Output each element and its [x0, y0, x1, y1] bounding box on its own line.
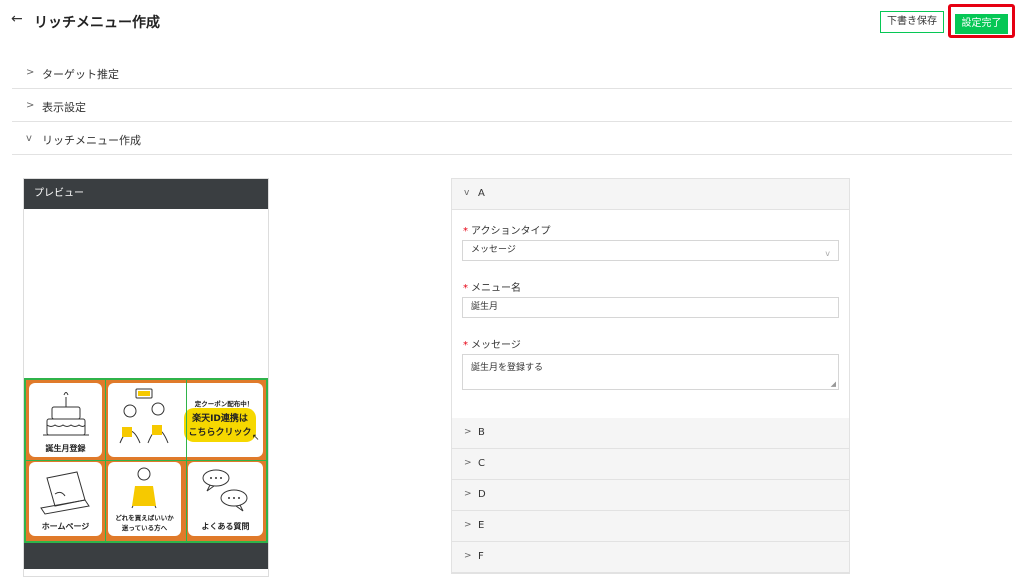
tile-caption: どれを買えばいいか — [115, 514, 174, 522]
resize-handle-icon[interactable]: ◢ — [831, 380, 836, 388]
cake-icon — [43, 392, 89, 436]
menu-name-input[interactable]: 誕生月 — [462, 297, 839, 318]
coupon-caption: 定クーポン配布中！ — [194, 400, 254, 408]
section-display-settings[interactable]: > 表示設定 — [12, 89, 1012, 122]
select-value: メッセージ — [471, 245, 516, 255]
back-arrow-icon[interactable]: ← — [11, 11, 23, 27]
area-tab-label: F — [478, 551, 484, 562]
action-type-select[interactable]: メッセージ v — [462, 240, 839, 261]
menu-name-label: * メニュー名 — [463, 279, 521, 294]
preview-footer — [24, 543, 268, 569]
area-tab-e[interactable]: > E — [452, 511, 849, 542]
tile-caption-line2: 迷っている方へ — [121, 524, 168, 532]
area-tab-f[interactable]: > F — [452, 542, 849, 573]
area-tab-b[interactable]: > B — [452, 418, 849, 449]
tile-caption: 誕生月登録 — [45, 444, 86, 453]
area-tab-d[interactable]: > D — [452, 480, 849, 511]
action-type-label: * アクションタイプ — [463, 222, 551, 237]
required-mark: * — [463, 283, 468, 294]
chevron-right-icon: > — [464, 520, 472, 530]
person-thinking-illustration — [131, 467, 157, 509]
people-chat-illustration — [119, 388, 169, 444]
area-tab-c[interactable]: > C — [452, 449, 849, 480]
tile-caption: ホームページ — [41, 522, 90, 531]
section-label: 表示設定 — [42, 101, 86, 114]
section-label: リッチメニュー作成 — [42, 134, 141, 147]
section-target-estimation[interactable]: > ターゲット推定 — [12, 56, 1012, 89]
message-label: * メッセージ — [463, 336, 521, 351]
tile-caption: よくある質問 — [201, 522, 250, 531]
chevron-down-icon: v — [825, 249, 830, 258]
field-label-text: メッセージ — [471, 340, 521, 351]
coupon-banner-line2: こちらクリック — [188, 428, 252, 438]
menu-tile-birthday[interactable]: 誕生月登録 — [29, 383, 102, 457]
section-label: ターゲット推定 — [42, 68, 119, 81]
coupon-banner-line1: 楽天ID連携は — [192, 414, 248, 424]
field-label-text: アクションタイプ — [471, 226, 551, 237]
header: ← リッチメニュー作成 下書き保存 設定完了 — [0, 0, 1024, 44]
area-tab-label: C — [478, 458, 485, 469]
menu-tile-guide[interactable]: どれを買えばいいか 迷っている方へ — [108, 462, 181, 536]
area-tab-label: A — [478, 188, 485, 199]
chevron-right-icon: > — [26, 67, 35, 78]
chevron-right-icon: > — [464, 458, 472, 468]
area-tab-a[interactable]: v A — [452, 179, 849, 210]
chevron-right-icon: > — [464, 489, 472, 499]
page-title: リッチメニュー作成 — [34, 15, 160, 31]
done-button-highlight: 設定完了 — [948, 4, 1015, 38]
field-label-text: メニュー名 — [471, 283, 521, 294]
chevron-down-icon: v — [464, 188, 470, 198]
chevron-right-icon: > — [464, 427, 472, 437]
speech-bubbles-icon — [202, 469, 248, 512]
chevron-right-icon: > — [26, 100, 35, 111]
rich-menu-editor: ← リッチメニュー作成 下書き保存 設定完了 > ターゲット推定 > 表示設定 … — [0, 0, 1024, 579]
grid-divider — [26, 460, 266, 461]
message-textarea[interactable]: 誕生月を登録する ◢ — [462, 354, 839, 390]
chevron-right-icon: > — [464, 551, 472, 561]
rich-menu-grid: 誕生月登録 定クーポン配布中！ 楽天ID連携は こちらクリック ↖ ホームページ… — [24, 378, 268, 543]
cursor-icon: ↖ — [252, 433, 260, 443]
save-draft-button[interactable]: 下書き保存 — [880, 11, 944, 33]
section-rich-menu-creation[interactable]: v リッチメニュー作成 — [12, 122, 1012, 155]
area-tab-label: D — [478, 489, 486, 500]
preview-panel: プレビュー 誕生月登録 定クーポン配布中！ 楽天ID連携は こちらクリック ↖ … — [23, 178, 269, 577]
textarea-value: 誕生月を登録する — [471, 363, 544, 373]
complete-settings-button[interactable]: 設定完了 — [955, 14, 1008, 34]
chevron-down-icon: v — [26, 133, 32, 144]
area-tab-label: E — [478, 520, 485, 531]
required-mark: * — [463, 226, 468, 237]
action-settings-panel: v A * アクションタイプ メッセージ v * メニュー名 誕生月 * メッセージ … — [451, 178, 850, 574]
laptop-icon — [40, 471, 90, 515]
menu-tile-faq[interactable]: よくある質問 — [188, 462, 263, 536]
menu-tile-homepage[interactable]: ホームページ — [29, 462, 102, 536]
preview-header: プレビュー — [24, 179, 268, 209]
area-tab-label: B — [478, 427, 485, 438]
required-mark: * — [463, 340, 468, 351]
